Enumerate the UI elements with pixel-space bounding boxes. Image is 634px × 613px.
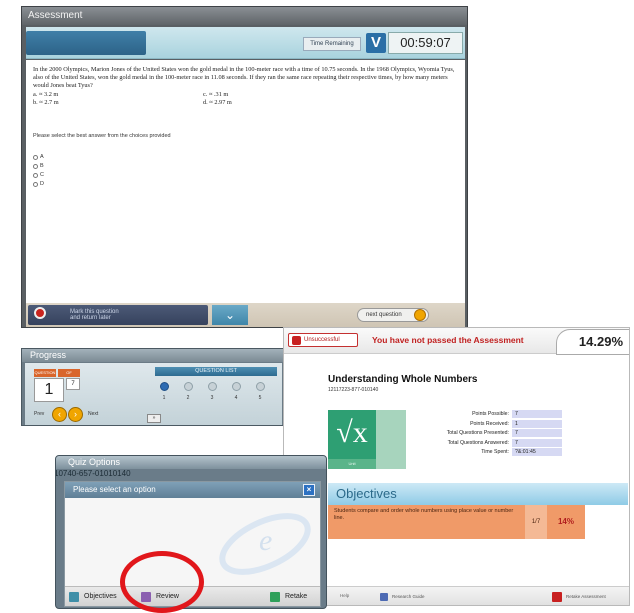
- assessment-tab[interactable]: [26, 31, 146, 55]
- question-dot-icon[interactable]: [183, 382, 193, 391]
- stat-row: Total Questions Answered: 7: [408, 438, 562, 447]
- svg-text:e: e: [259, 524, 272, 557]
- square-root-icon: √x: [328, 410, 376, 459]
- choice-a: a. ≈ 3.2 m: [33, 91, 59, 98]
- question-list-title: QUESTION LIST: [155, 367, 277, 376]
- objectives-header: Objectives: [328, 483, 628, 505]
- question-list-item[interactable]: 4: [229, 378, 243, 401]
- question-label: QUESTION: [34, 369, 56, 377]
- assessment-footer: Mark this question and return later ⌄ ne…: [26, 303, 465, 327]
- radio-d[interactable]: D: [33, 180, 458, 189]
- v-logo-icon: V: [366, 33, 386, 53]
- question-text: In the 2000 Olympics, Marion Jones of th…: [33, 66, 455, 89]
- results-panel: Unsuccessful You have not passed the Ass…: [283, 327, 630, 606]
- total-questions: 7: [66, 378, 80, 390]
- chevron-down-icon[interactable]: ⌄: [212, 305, 248, 325]
- stat-row: Points Possible: 7: [408, 410, 562, 418]
- retake-icon: [552, 592, 562, 602]
- question-list-item[interactable]: 1: [157, 378, 171, 401]
- objective-percent: 14%: [547, 505, 585, 539]
- choice-d: d. ≈ 2.97 m: [203, 98, 232, 106]
- mark-question-button[interactable]: Mark this question and return later: [28, 305, 208, 325]
- radio-c[interactable]: C: [33, 171, 458, 180]
- unit-color-bar: [376, 410, 406, 469]
- stat-row: Time Spent: ?&:01:45: [408, 448, 562, 456]
- choice-b: b. ≈ 2.7 m: [33, 98, 59, 106]
- score-percent: 14.29%: [556, 329, 629, 355]
- retake-icon: [270, 592, 280, 602]
- option-prompt: Please select an option: [65, 482, 320, 498]
- of-label: OF: [58, 369, 80, 377]
- question-dot-icon[interactable]: [207, 382, 217, 391]
- results-header: Unsuccessful You have not passed the Ass…: [284, 328, 629, 355]
- quiz-code: 10740-657-01010140: [55, 469, 131, 478]
- stat-row: Total Questions Presented: 7: [408, 429, 562, 437]
- question-list-item[interactable]: 2: [181, 378, 195, 401]
- mark-flag-icon[interactable]: [34, 307, 46, 319]
- objectives-icon: [69, 592, 79, 602]
- objective-fraction: 1/7: [525, 505, 547, 539]
- help-link[interactable]: Help: [340, 593, 349, 598]
- prev-arrow-icon[interactable]: ‹: [52, 407, 67, 422]
- time-remaining-label: Time Remaining: [303, 37, 361, 51]
- assessment-header: Time Remaining V 00:59:07: [26, 27, 465, 59]
- next-arrow-icon[interactable]: ›: [68, 407, 83, 422]
- answer-radio-group: A B C D: [33, 153, 458, 189]
- score-stats: Points Possible: 7 Points Received: 1 Tota…: [408, 410, 562, 458]
- e-logo-watermark-icon: e: [219, 513, 311, 575]
- research-guide-button[interactable]: Research Guide: [380, 592, 430, 602]
- unsuccessful-badge: Unsuccessful: [288, 333, 358, 347]
- radio-b[interactable]: B: [33, 162, 458, 171]
- question-list-item[interactable]: 3: [205, 378, 219, 401]
- assessment-title: Assessment: [22, 7, 467, 25]
- question-list: 1 2 3 4 5: [157, 378, 277, 414]
- lesson-title: Understanding Whole Numbers: [328, 374, 478, 385]
- fail-icon: [292, 336, 301, 345]
- retake-assessment-button[interactable]: Retake Assessment: [552, 592, 628, 602]
- question-area: In the 2000 Olympics, Marion Jones of th…: [26, 60, 465, 303]
- lesson-code: 12117223-877-010140: [328, 387, 379, 393]
- question-list-item[interactable]: 5: [253, 378, 267, 401]
- current-question-number: 1: [34, 378, 64, 402]
- next-arrow-icon[interactable]: [414, 309, 426, 321]
- close-icon[interactable]: ×: [303, 484, 315, 496]
- retake-button[interactable]: Retake: [270, 591, 318, 603]
- next-label: Next: [88, 411, 99, 417]
- results-footer: Help Research Guide Retake Assessment: [284, 586, 629, 605]
- radio-circle-icon[interactable]: [33, 155, 38, 160]
- unit-caption: Unit: [328, 459, 376, 469]
- fail-message: You have not passed the Assessment: [372, 335, 524, 345]
- progress-body: QUESTION OF 1 7 Prev ‹ › Next QUESTION L…: [25, 363, 282, 425]
- question-dot-icon[interactable]: [255, 382, 265, 391]
- progress-panel: Progress QUESTION OF 1 7 Prev ‹ › Next Q…: [21, 348, 284, 426]
- book-icon: [380, 593, 388, 601]
- radio-a[interactable]: A: [33, 153, 458, 162]
- objective-text: Students compare and order whole numbers…: [328, 505, 525, 539]
- choice-c: c. ≈ .31 m: [203, 91, 229, 98]
- question-nav: Prev ‹ › Next: [34, 407, 154, 422]
- question-dot-icon[interactable]: [231, 382, 241, 391]
- assessment-window: Assessment Time Remaining V 00:59:07 In …: [21, 6, 468, 328]
- radio-circle-icon[interactable]: [33, 182, 38, 187]
- instruction-text: Please select the best answer from the c…: [33, 133, 171, 139]
- radio-circle-icon[interactable]: [33, 173, 38, 178]
- review-highlight-circle: [120, 551, 204, 613]
- objectives-button[interactable]: Objectives: [69, 591, 129, 603]
- question-list-next-button[interactable]: »: [147, 414, 161, 423]
- progress-title: Progress: [22, 349, 283, 362]
- timer: 00:59:07: [388, 32, 463, 54]
- quiz-options-title: Quiz Options: [56, 456, 326, 469]
- radio-circle-icon[interactable]: [33, 164, 38, 169]
- prev-label: Prev: [34, 411, 45, 417]
- stat-row: Points Received: 1: [408, 419, 562, 428]
- question-dot-icon[interactable]: [159, 382, 169, 391]
- answer-choices: a. ≈ 3.2 m c. ≈ .31 m b. ≈ 2.7 m d. ≈ 2.…: [33, 91, 458, 106]
